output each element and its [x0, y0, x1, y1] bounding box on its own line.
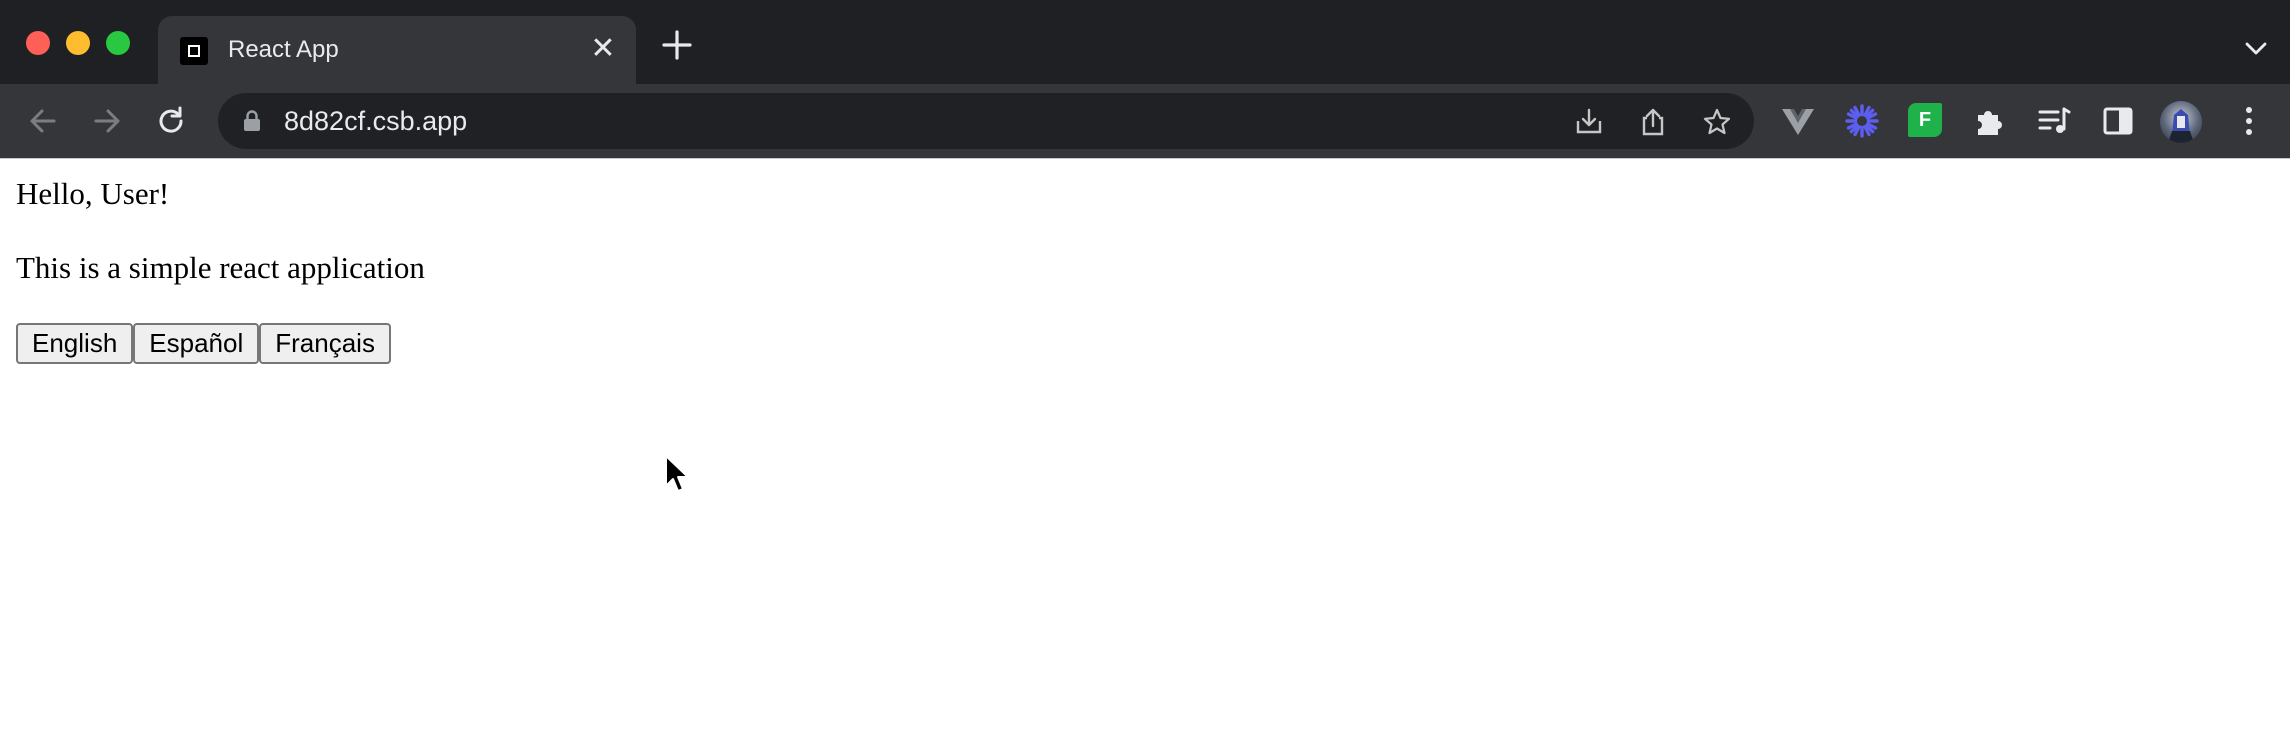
blue-asterisk-extension-icon[interactable] [1844, 103, 1880, 139]
profile-picture-icon [2168, 109, 2194, 143]
install-app-icon[interactable] [1574, 107, 1604, 137]
arrow-right-icon[interactable] [90, 104, 124, 138]
star-icon[interactable] [1702, 107, 1732, 137]
spanish-button[interactable]: Español [133, 323, 260, 364]
arrow-left-icon[interactable] [26, 104, 60, 138]
lock-icon[interactable] [240, 109, 264, 133]
vue-devtools-icon[interactable] [1780, 103, 1816, 139]
media-queue-icon[interactable] [2036, 103, 2072, 139]
plus-icon[interactable] [660, 28, 694, 62]
toolbar-divider [0, 158, 2290, 159]
language-button-group: English Español Français [16, 323, 391, 364]
window-minimize-button[interactable] [66, 31, 90, 55]
english-button[interactable]: English [16, 323, 134, 364]
reload-icon[interactable] [154, 104, 188, 138]
side-panel-icon[interactable] [2100, 103, 2136, 139]
french-button[interactable]: Français [259, 323, 391, 364]
window-zoom-button[interactable] [106, 31, 130, 55]
tab-close-icon[interactable]: ✕ [588, 34, 618, 64]
url-text[interactable]: 8d82cf.csb.app [284, 106, 467, 136]
browser-tab-active[interactable]: React App ✕ [158, 16, 636, 84]
tab-title: React App [228, 36, 339, 63]
green-f-extension-icon[interactable]: F [1908, 103, 1942, 137]
mouse-pointer-icon [665, 455, 689, 492]
puzzle-icon[interactable] [1972, 103, 2008, 139]
greeting-text: Hello, User! [16, 176, 170, 211]
share-icon[interactable] [1638, 107, 1668, 137]
chevron-down-icon[interactable] [2244, 36, 2268, 60]
address-bar[interactable]: 8d82cf.csb.app [218, 93, 1754, 149]
description-text: This is a simple react application [16, 250, 425, 285]
browser-titlebar: React App ✕ [0, 0, 2290, 84]
profile-avatar[interactable] [2160, 101, 2202, 143]
three-dots-menu-icon[interactable] [2232, 104, 2266, 138]
window-close-button[interactable] [26, 31, 50, 55]
browser-toolbar: 8d82cf.csb.app F [0, 84, 2290, 158]
tab-favicon-icon [180, 37, 208, 65]
